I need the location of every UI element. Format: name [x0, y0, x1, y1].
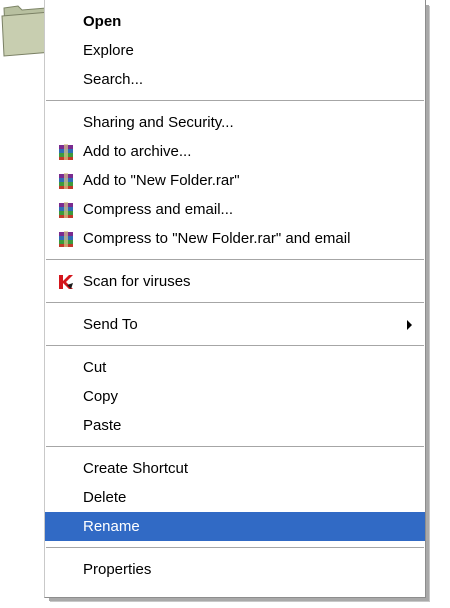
menu-group-open: Open Explore Search... [45, 7, 425, 94]
menu-item-label: Search... [83, 71, 144, 88]
menu-separator [46, 259, 424, 260]
menu-item-open[interactable]: Open [45, 7, 425, 36]
menu-item-compress-to-rar-and-email[interactable]: Compress to "New Folder.rar" and email [45, 224, 425, 253]
menu-separator [46, 446, 424, 447]
menu-item-paste[interactable]: Paste [45, 411, 425, 440]
menu-item-label: Paste [83, 417, 122, 434]
menu-group-antivirus: Scan for viruses [45, 267, 425, 296]
menu-group-file-ops: Create Shortcut Delete Rename [45, 454, 425, 541]
menu-item-explore[interactable]: Explore [45, 36, 425, 65]
menu-item-label: Copy [83, 388, 119, 405]
menu-item-label: Scan for viruses [83, 273, 191, 290]
menu-group-clipboard: Cut Copy Paste [45, 353, 425, 440]
menu-group-send-to: Send To [45, 310, 425, 339]
menu-separator [46, 100, 424, 101]
menu-item-sharing-and-security[interactable]: Sharing and Security... [45, 108, 425, 137]
menu-item-send-to[interactable]: Send To [45, 310, 425, 339]
menu-item-label: Explore [83, 42, 134, 59]
menu-separator [46, 302, 424, 303]
menu-item-copy[interactable]: Copy [45, 382, 425, 411]
menu-item-properties[interactable]: Properties [45, 555, 425, 584]
menu-item-label: Rename [83, 518, 140, 535]
menu-item-label: Send To [83, 316, 138, 333]
menu-item-label: Cut [83, 359, 107, 376]
menu-item-rename[interactable]: Rename [45, 512, 425, 541]
menu-item-label: Delete [83, 489, 127, 506]
menu-group-properties: Properties [45, 555, 425, 584]
menu-item-label: Compress and email... [83, 201, 234, 218]
winrar-icon [59, 144, 73, 160]
kaspersky-icon [59, 275, 73, 289]
submenu-arrow-icon [407, 320, 412, 330]
menu-item-label: Properties [83, 561, 152, 578]
menu-item-add-to-archive[interactable]: Add to archive... [45, 137, 425, 166]
menu-separator [46, 345, 424, 346]
menu-item-add-to-new-folder-rar[interactable]: Add to "New Folder.rar" [45, 166, 425, 195]
menu-item-delete[interactable]: Delete [45, 483, 425, 512]
menu-item-search[interactable]: Search... [45, 65, 425, 94]
menu-item-create-shortcut[interactable]: Create Shortcut [45, 454, 425, 483]
winrar-icon [59, 231, 73, 247]
menu-item-label: Compress to "New Folder.rar" and email [83, 230, 351, 247]
menu-item-label: Create Shortcut [83, 460, 189, 477]
menu-item-scan-for-viruses[interactable]: Scan for viruses [45, 267, 425, 296]
menu-item-label: Add to archive... [83, 143, 192, 160]
context-menu: Open Explore Search... Sharing and Secur… [44, 0, 426, 598]
menu-item-label: Add to "New Folder.rar" [83, 172, 240, 189]
menu-item-label: Sharing and Security... [83, 114, 234, 131]
menu-item-label: Open [83, 13, 122, 30]
winrar-icon [59, 173, 73, 189]
menu-item-compress-and-email[interactable]: Compress and email... [45, 195, 425, 224]
menu-separator [46, 547, 424, 548]
winrar-icon [59, 202, 73, 218]
menu-group-archive: Sharing and Security... Add to archive..… [45, 108, 425, 253]
menu-item-cut[interactable]: Cut [45, 353, 425, 382]
